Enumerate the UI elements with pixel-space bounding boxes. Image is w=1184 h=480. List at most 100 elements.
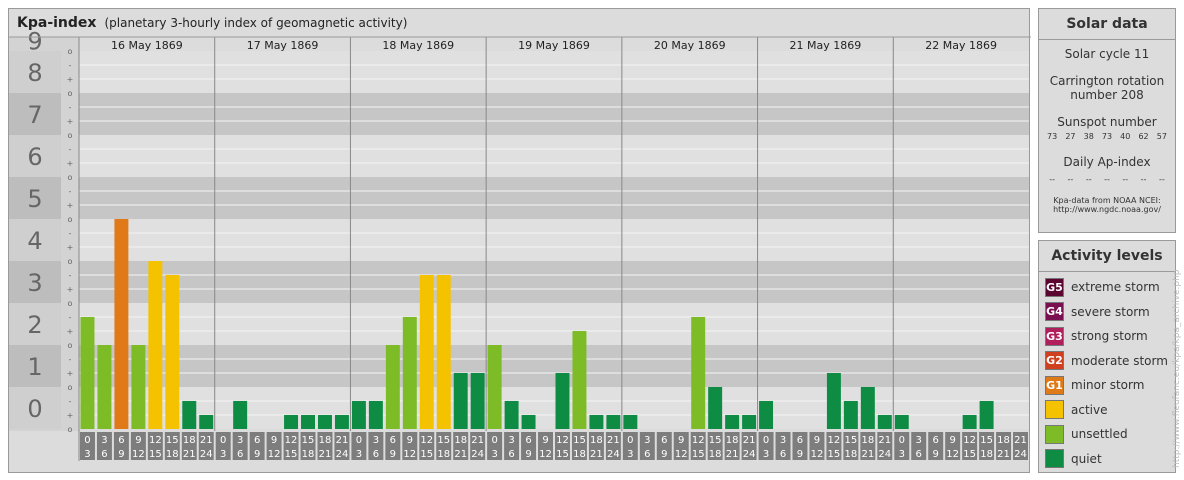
kpa-bar <box>402 316 417 429</box>
interval-start-label: 12 <box>149 435 162 446</box>
interval-end-label: 9 <box>933 449 939 460</box>
legend-label: active <box>1071 402 1108 417</box>
interval-end-label: 6 <box>237 449 243 460</box>
interval-end-label: 21 <box>861 449 874 460</box>
chart-title: Kpa-index (planetary 3-hourly index of ge… <box>17 15 407 31</box>
interval-end-label: 24 <box>336 449 349 460</box>
legend-label: extreme storm <box>1071 280 1160 295</box>
kpa-bar <box>334 415 349 429</box>
ap-value: -- <box>1049 175 1056 184</box>
interval-start-label: 12 <box>285 435 298 446</box>
day-label: 20 May 1869 <box>654 39 726 52</box>
y-minor-tick: - <box>69 271 72 280</box>
activity-levels-panel: Activity levels G5 extreme storm G4 severe … <box>1038 240 1176 473</box>
interval-end-label: 15 <box>149 449 162 460</box>
interval-end-label: 24 <box>878 449 891 460</box>
y-minor-tick: + <box>67 117 74 126</box>
interval-end-label: 21 <box>997 449 1010 460</box>
y-minor-tick: o <box>68 257 73 266</box>
y-minor-tick: + <box>67 411 74 420</box>
source-line1: Kpa-data from NOAA NCEI: <box>1053 196 1161 205</box>
legend-item: unsettled <box>1039 422 1175 447</box>
y-minor-tick: - <box>69 355 72 364</box>
interval-end-label: 18 <box>302 449 315 460</box>
interval-start-label: 9 <box>135 435 141 446</box>
interval-start-label: 0 <box>220 435 226 446</box>
legend-swatch <box>1045 449 1064 469</box>
kpa-bar <box>521 415 536 429</box>
y-tick-label: 7 <box>27 101 42 129</box>
sunspot-values: 73 27 38 73 40 62 57 <box>1039 132 1175 141</box>
interval-start-label: 12 <box>963 435 976 446</box>
interval-end-label: 3 <box>220 449 226 460</box>
legend-item: G4 severe storm <box>1039 300 1175 325</box>
y-minor-tick: - <box>69 313 72 322</box>
interval-start-label: 15 <box>437 435 450 446</box>
interval-start-label: 3 <box>508 435 514 446</box>
kpa-bar <box>97 345 112 429</box>
y-minor-tick: - <box>69 397 72 406</box>
interval-end-label: 21 <box>726 449 739 460</box>
interval-start-label: 21 <box>607 435 620 446</box>
y-minor-tick: o <box>68 47 73 56</box>
ap-title: Daily Ap-index <box>1063 155 1151 169</box>
kpa-bar <box>114 219 129 429</box>
kpa-bar <box>419 274 434 429</box>
legend-item: quiet <box>1039 447 1175 472</box>
y-tick-label: 4 <box>27 227 42 255</box>
interval-start-label: 9 <box>542 435 548 446</box>
kpa-bar <box>182 400 197 429</box>
interval-end-label: 3 <box>356 449 362 460</box>
interval-start-label: 6 <box>661 435 667 446</box>
kpa-bar <box>691 316 706 429</box>
interval-end-label: 6 <box>916 449 922 460</box>
legend-swatch <box>1045 400 1064 420</box>
y-tick-label: 1 <box>27 353 42 381</box>
interval-start-label: 18 <box>997 435 1010 446</box>
kpa-bar <box>843 400 858 429</box>
interval-end-label: 12 <box>675 449 688 460</box>
day-label: 19 May 1869 <box>518 39 590 52</box>
kpa-bar <box>623 415 638 429</box>
interval-start-label: 3 <box>644 435 650 446</box>
kpa-bar <box>708 387 723 429</box>
legend-swatch: G4 <box>1045 302 1064 322</box>
legend-item: active <box>1039 398 1175 423</box>
interval-start-label: 0 <box>491 435 497 446</box>
kpa-bar <box>826 373 841 429</box>
ap-values: -- -- -- -- -- -- -- <box>1039 175 1175 184</box>
grid-band <box>79 51 1029 93</box>
legend-item: G5 extreme storm <box>1039 275 1175 300</box>
interval-start-label: 15 <box>166 435 179 446</box>
y-tick-label: 9 <box>27 28 42 56</box>
y-minor-tick: + <box>67 369 74 378</box>
sunspot-value: 40 <box>1120 132 1131 141</box>
y-minor-tick: + <box>67 285 74 294</box>
interval-end-label: 24 <box>200 449 213 460</box>
y-tick-label: 3 <box>27 269 42 297</box>
legend-label: strong storm <box>1071 329 1148 344</box>
solar-data-title: Solar data <box>1039 9 1175 40</box>
legend-label: quiet <box>1071 451 1102 466</box>
interval-start-label: 21 <box>743 435 756 446</box>
legend-swatch: G3 <box>1045 326 1064 346</box>
y-tick-label: 8 <box>27 59 42 87</box>
ap-value: -- <box>1140 175 1147 184</box>
interval-start-label: 21 <box>336 435 349 446</box>
interval-start-label: 3 <box>373 435 379 446</box>
interval-start-label: 12 <box>556 435 569 446</box>
kpa-bar <box>589 415 604 429</box>
carrington-line1: Carrington rotation <box>1049 74 1165 88</box>
y-tick-label: 2 <box>27 311 42 339</box>
sunspot-value: 73 <box>1101 132 1113 141</box>
kpa-bar <box>148 261 163 429</box>
kpa-bar <box>470 373 485 429</box>
grid-band <box>79 261 1029 303</box>
interval-start-label: 9 <box>678 435 684 446</box>
sunspot-value: 73 <box>1047 132 1058 141</box>
interval-start-label: 3 <box>780 435 786 446</box>
interval-start-label: 15 <box>845 435 858 446</box>
kpa-bar <box>487 345 502 429</box>
day-label: 18 May 1869 <box>382 39 454 52</box>
interval-end-label: 9 <box>525 449 531 460</box>
